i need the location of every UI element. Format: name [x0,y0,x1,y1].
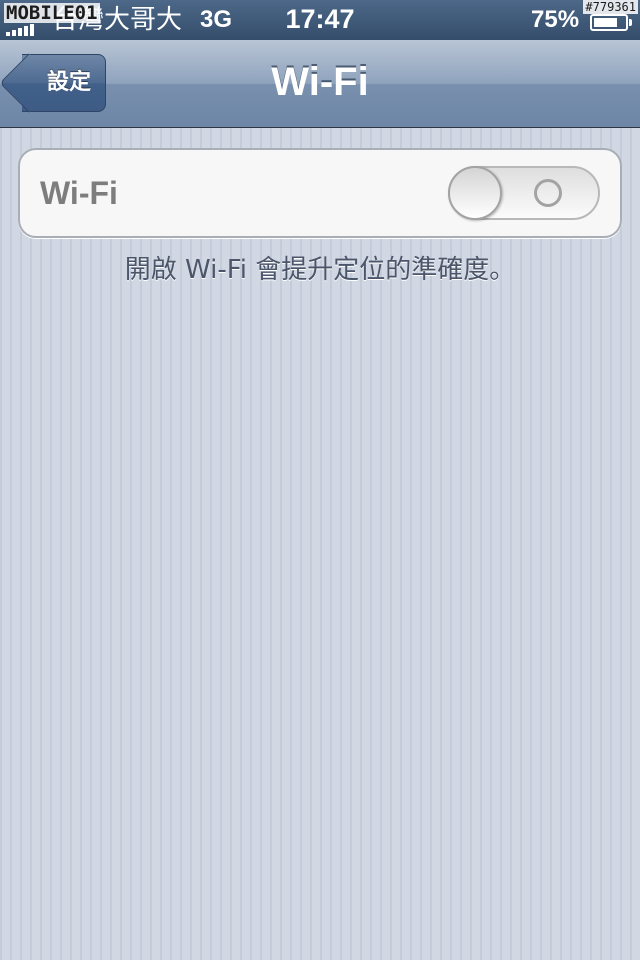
wifi-cell-label: Wi-Fi [40,175,118,211]
toggle-off-icon [534,179,562,207]
battery-nub [629,19,632,26]
wifi-footer-note: 開啟 Wi-Fi 會提升定位的準確度。 [124,255,516,285]
photo-id-label: #779361 [583,0,638,14]
watermark-logo: MOBILE01 [4,2,100,24]
battery-icon [590,14,632,31]
back-button-label: 設定 [46,70,91,95]
network-type: 3G [200,6,233,33]
battery-percent: 75% [531,6,580,33]
wifi-toggle-switch[interactable] [448,166,600,220]
battery-fill [594,18,617,27]
wifi-settings-group: Wi-Fi [18,148,622,238]
signal-bars-icon [6,24,34,36]
status-bar: 台灣大哥大 3G 17:47 75% MOBILE01 #779361 [0,0,640,40]
toggle-knob[interactable] [448,166,502,220]
back-button[interactable]: 設定 [22,54,106,112]
navigation-bar: Wi-Fi 設定 [0,40,640,128]
